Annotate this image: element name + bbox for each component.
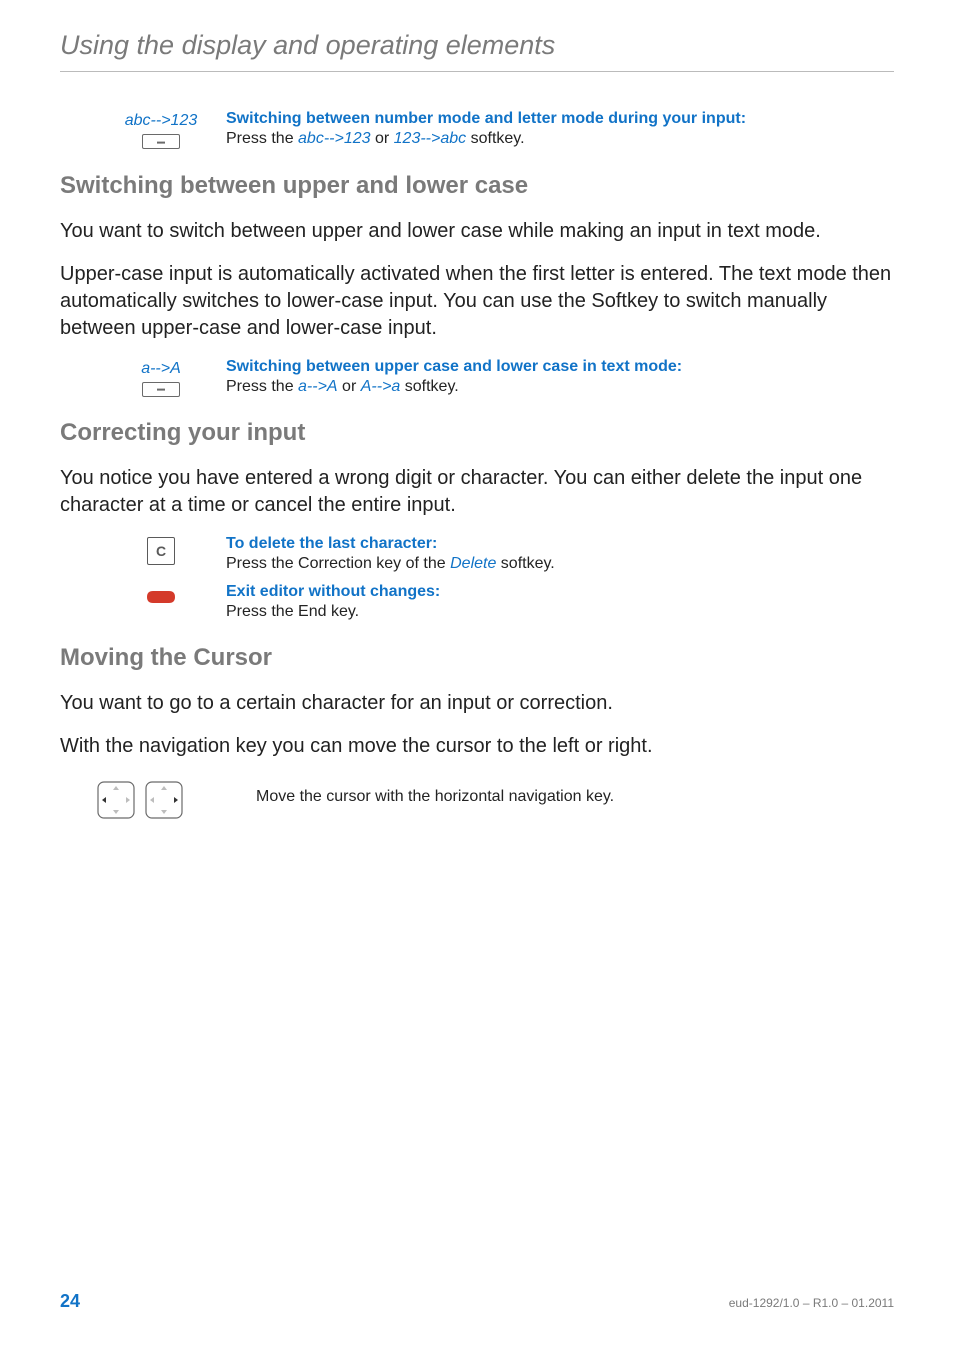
key-indicator	[96, 778, 256, 820]
softkey-label: a-->A	[141, 360, 181, 378]
softkey-ref: a-->A	[298, 378, 338, 395]
text: or	[371, 130, 394, 147]
nav-left-key-icon	[96, 780, 136, 820]
instruction-move-cursor: Move the cursor with the horizontal navi…	[60, 778, 894, 820]
key-indicator	[96, 583, 226, 609]
end-key-icon	[144, 585, 178, 609]
page-title: Using the display and operating elements	[60, 30, 894, 72]
paragraph: You want to go to a certain character fo…	[60, 690, 894, 717]
paragraph: You notice you have entered a wrong digi…	[60, 465, 894, 519]
softkey-ref: A-->a	[361, 378, 401, 395]
instruction-upper-lower: a-->A Switching between upper case and l…	[60, 358, 894, 398]
instruction-body: Press the Correction key of the Delete s…	[226, 553, 894, 575]
page-footer: 24 eud-1292/1.0 – R1.0 – 01.2011	[60, 1291, 894, 1312]
section-heading-correcting: Correcting your input	[60, 419, 894, 447]
softkey-ref: 123-->abc	[394, 130, 467, 147]
text: Press the Correction key of the	[226, 555, 450, 572]
softkey-label: abc-->123	[125, 112, 198, 130]
instruction-exit-editor: Exit editor without changes: Press the E…	[60, 583, 894, 623]
text: softkey.	[466, 130, 524, 147]
section-heading-cursor: Moving the Cursor	[60, 644, 894, 672]
text: softkey.	[496, 555, 554, 572]
softkey-indicator: abc-->123	[96, 110, 226, 149]
text: softkey.	[400, 378, 458, 395]
page-number: 24	[60, 1291, 80, 1312]
instruction-heading: Switching between upper case and lower c…	[226, 358, 894, 376]
instruction-heading: Switching between number mode and letter…	[226, 110, 894, 128]
instruction-body: Move the cursor with the horizontal navi…	[256, 778, 894, 808]
nav-right-key-icon	[144, 780, 184, 820]
text: Press the	[226, 378, 298, 395]
instruction-heading: Exit editor without changes:	[226, 583, 894, 601]
instruction-number-letter-mode: abc-->123 Switching between number mode …	[60, 110, 894, 150]
text: or	[338, 378, 361, 395]
softkey-icon	[142, 134, 180, 149]
instruction-heading: To delete the last character:	[226, 535, 894, 553]
instruction-delete-char: C To delete the last character: Press th…	[60, 535, 894, 575]
document-id: eud-1292/1.0 – R1.0 – 01.2011	[729, 1296, 894, 1310]
correction-key-icon: C	[147, 537, 175, 565]
softkey-ref: abc-->123	[298, 130, 371, 147]
instruction-body: Press the End key.	[226, 601, 894, 623]
section-heading-upper-lower: Switching between upper and lower case	[60, 172, 894, 200]
text: Press the	[226, 130, 298, 147]
key-indicator: C	[96, 535, 226, 565]
softkey-ref: Delete	[450, 555, 496, 572]
softkey-icon	[142, 382, 180, 397]
instruction-body: Press the a-->A or A-->a softkey.	[226, 376, 894, 398]
paragraph: With the navigation key you can move the…	[60, 733, 894, 760]
softkey-indicator: a-->A	[96, 358, 226, 397]
paragraph: Upper-case input is automatically activa…	[60, 261, 894, 342]
instruction-body: Press the abc-->123 or 123-->abc softkey…	[226, 128, 894, 150]
paragraph: You want to switch between upper and low…	[60, 218, 894, 245]
